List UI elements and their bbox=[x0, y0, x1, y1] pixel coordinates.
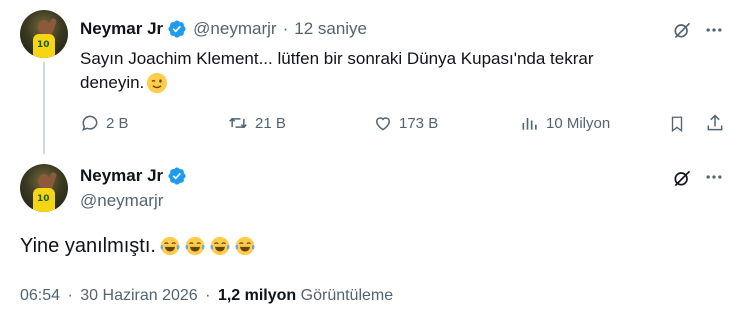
share-icon[interactable] bbox=[704, 112, 726, 134]
main-tweet-handle-row: @neymarjr bbox=[80, 191, 163, 211]
verified-badge-icon bbox=[168, 167, 186, 185]
separator-dot: · bbox=[205, 287, 211, 304]
like-action[interactable]: 173 B bbox=[373, 113, 438, 133]
bookmark-icon[interactable] bbox=[666, 113, 688, 135]
main-text: Yine yanılmıştı. bbox=[20, 235, 156, 257]
retweet-icon bbox=[229, 117, 247, 129]
author-name[interactable]: Neymar Jr bbox=[80, 19, 163, 39]
views-count: 10 Milyon bbox=[546, 114, 611, 132]
tweet-time[interactable]: 12 saniye bbox=[294, 19, 367, 39]
author-handle[interactable]: @neymarjr bbox=[80, 191, 163, 211]
reply-icon bbox=[82, 115, 98, 131]
views-icon bbox=[522, 118, 537, 130]
views-label: Görüntüleme bbox=[300, 287, 394, 304]
tears-of-joy-emoji bbox=[160, 236, 180, 256]
reply-count: 2 B bbox=[106, 114, 129, 132]
tears-of-joy-emoji bbox=[235, 236, 255, 256]
reply-text-line2: deneyin. bbox=[80, 73, 145, 92]
like-icon bbox=[375, 117, 391, 131]
tweet-time[interactable]: 06:54 bbox=[20, 287, 60, 304]
grok-icon[interactable] bbox=[671, 167, 693, 189]
tweet-date[interactable]: 30 Haziran 2026 bbox=[80, 287, 197, 304]
main-tweet-name-row: Neymar Jr bbox=[80, 166, 187, 186]
tweet-meta: 06:54 · 30 Haziran 2026 · 1,2 milyon Gör… bbox=[20, 287, 393, 305]
thread-line bbox=[43, 62, 45, 154]
author-name[interactable]: Neymar Jr bbox=[80, 166, 163, 186]
verified-badge-icon bbox=[168, 20, 186, 38]
avatar[interactable]: 10 bbox=[20, 164, 68, 212]
reply-action[interactable]: 2 B bbox=[80, 113, 129, 133]
views-action[interactable]: 10 Milyon bbox=[520, 113, 610, 133]
view-count: 1,2 milyon bbox=[217, 287, 297, 304]
tears-of-joy-emoji bbox=[185, 236, 205, 256]
like-count: 173 B bbox=[399, 114, 439, 132]
tears-of-joy-emoji bbox=[210, 236, 230, 256]
reply-tweet-text: Sayın Joachim Klement... lütfen bir sonr… bbox=[80, 47, 700, 95]
more-icon[interactable] bbox=[703, 19, 725, 41]
reply-text-line1: Sayın Joachim Klement... lütfen bir sonr… bbox=[80, 49, 594, 68]
separator-dot: · bbox=[282, 19, 289, 38]
reply-tweet-header: Neymar Jr @neymarjr · 12 saniye bbox=[80, 19, 367, 39]
grok-icon[interactable] bbox=[671, 19, 693, 41]
retweet-action[interactable]: 21 B bbox=[227, 113, 286, 133]
separator-dot: · bbox=[67, 287, 73, 304]
main-tweet-text: Yine yanılmıştı. bbox=[20, 232, 259, 260]
more-icon[interactable] bbox=[703, 166, 725, 188]
wink-emoji bbox=[147, 72, 168, 94]
author-handle[interactable]: @neymarjr bbox=[193, 19, 276, 39]
retweet-count: 21 B bbox=[255, 114, 286, 132]
avatar[interactable]: 10 bbox=[20, 10, 68, 58]
